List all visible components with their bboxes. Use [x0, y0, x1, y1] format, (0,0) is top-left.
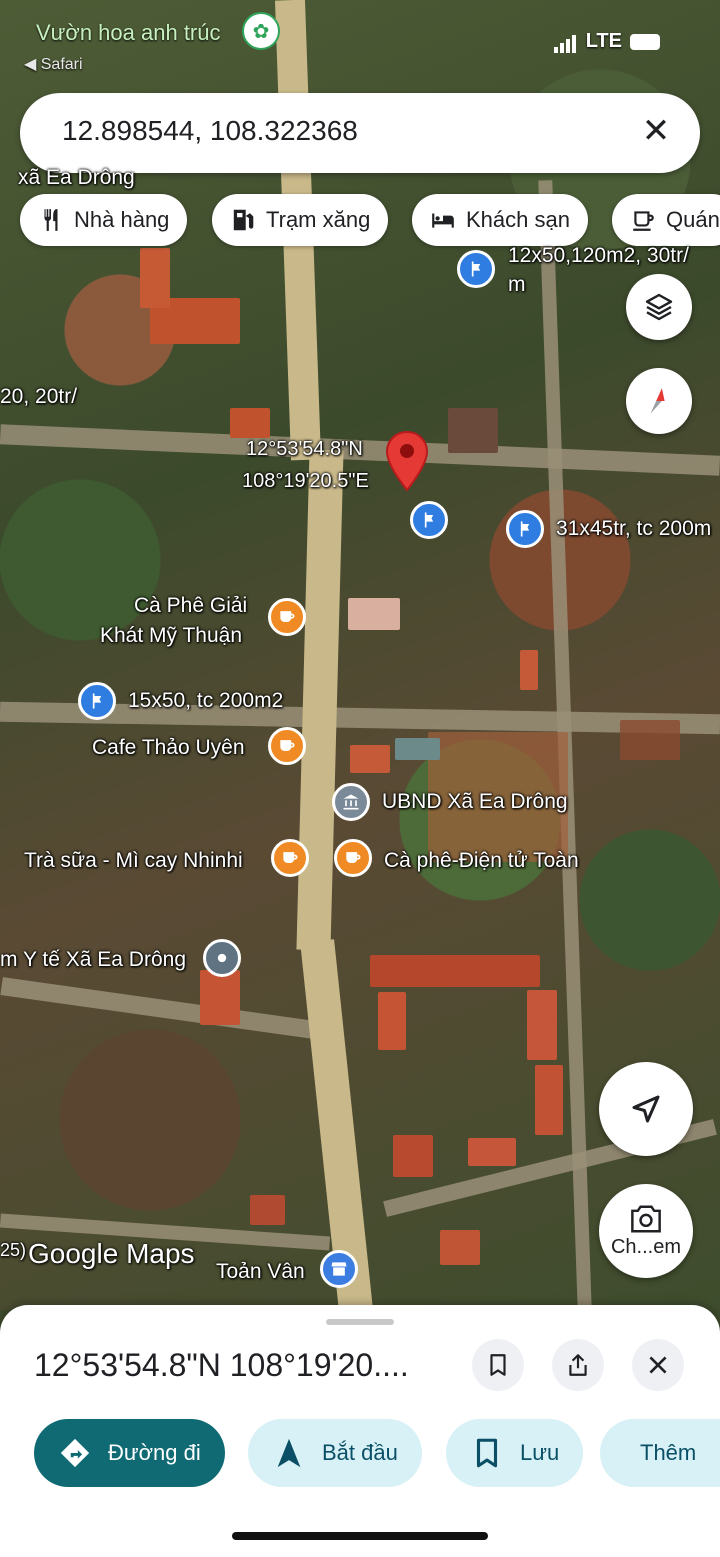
status-app-name: Vườn hoa anh trúc [36, 20, 221, 45]
bed-icon [432, 213, 454, 228]
place-sheet[interactable]: 12°53'54.8"N 108°19'20.... Đường đi Bắt … [0, 1305, 720, 1557]
milk-tea-label[interactable]: Trà sữa - Mì cay Nhinhi [24, 849, 243, 873]
health-station-label[interactable]: m Y tế Xã Ea Drông [0, 948, 186, 972]
camera-search-icon [631, 1205, 661, 1232]
place-pin-icon[interactable] [203, 939, 241, 977]
cafe-icon[interactable] [268, 598, 306, 636]
signal-icon [553, 30, 578, 53]
share-icon [569, 1354, 587, 1376]
dropped-pin-lat: 12°53'54.8"N [246, 438, 363, 460]
search-input[interactable]: 12.898544, 108.322368 [62, 115, 358, 147]
shop-icon[interactable] [320, 1250, 358, 1288]
listing-flag-icon[interactable] [410, 501, 448, 539]
network-label: LTE [585, 30, 622, 52]
chip-label: Trạm xăng [266, 207, 371, 232]
google-maps-logo: Google Maps [28, 1238, 195, 1269]
chip-cafes[interactable]: Quán [612, 194, 720, 246]
lens-button[interactable]: Ch...em [599, 1184, 693, 1278]
back-to-safari-link[interactable]: ◀ Safari [24, 54, 83, 74]
gas-station-icon [233, 209, 254, 231]
share-button[interactable] [552, 1339, 604, 1391]
save-bookmark-button[interactable] [472, 1339, 524, 1391]
chip-label: Khách sạn [466, 207, 570, 232]
save-button[interactable]: Lưu [446, 1419, 584, 1487]
cafe-label-1-line2[interactable]: Khát Mỹ Thuận [100, 624, 242, 648]
place-label-top-left[interactable]: xã Ea Drông [18, 166, 135, 190]
store-label[interactable]: Toản Vân [216, 1260, 305, 1284]
bookmark-icon [476, 1438, 498, 1468]
listing-flag-icon[interactable] [78, 682, 116, 720]
cafe-icon[interactable] [334, 839, 372, 877]
lens-label: Ch...em [610, 1235, 682, 1258]
chip-label: Nhà hàng [74, 207, 170, 232]
listing-label-top[interactable]: 12x50,120m2, 30tr/ [508, 244, 689, 268]
listing-flag-icon[interactable] [457, 250, 495, 288]
place-title: 12°53'54.8"N 108°19'20.... [34, 1347, 409, 1383]
compass-button[interactable] [626, 368, 692, 434]
save-label: Lưu [520, 1440, 560, 1465]
start-button[interactable]: Bắt đầu [248, 1419, 422, 1487]
listing-label-right[interactable]: 31x45tr, tc 200m [556, 517, 711, 541]
close-icon [649, 1356, 667, 1374]
chip-hotels[interactable]: Khách sạn [412, 194, 588, 246]
search-bar[interactable]: 12.898544, 108.322368 ✕ [20, 93, 700, 173]
cafe-icon[interactable] [268, 727, 306, 765]
coffee-icon [633, 211, 654, 231]
layers-button[interactable] [626, 274, 692, 340]
home-indicator[interactable] [232, 1532, 488, 1540]
chip-restaurants[interactable]: Nhà hàng [20, 194, 188, 246]
directions-button[interactable]: Đường đi [34, 1419, 225, 1487]
fork-knife-icon [44, 209, 58, 231]
layers-icon [645, 293, 673, 321]
battery-icon [630, 33, 660, 50]
flower-icon: ✿ [242, 12, 280, 50]
edge-label: 25) [0, 1240, 27, 1260]
chip-label: Quán [666, 207, 720, 232]
chip-gas-stations[interactable]: Trạm xăng [212, 194, 389, 246]
listing-label-left[interactable]: 20, 20tr/ [0, 385, 77, 409]
cafe-label-2[interactable]: Cafe Thảo Uyên [92, 736, 245, 760]
more-label: Thêm [640, 1440, 697, 1465]
listing-label-top-suffix[interactable]: m [508, 273, 526, 297]
directions-icon [60, 1438, 90, 1468]
drag-handle[interactable] [326, 1319, 394, 1325]
bookmark-icon [490, 1354, 506, 1376]
listing-flag-icon[interactable] [506, 510, 544, 548]
government-building-icon[interactable] [332, 783, 370, 821]
more-button[interactable]: Thêm [600, 1419, 720, 1487]
cafe-label-3[interactable]: Cà phê-Điện tử Toàn [384, 849, 579, 873]
start-label: Bắt đầu [322, 1440, 398, 1465]
listing-label-mid[interactable]: 15x50, tc 200m2 [128, 689, 283, 713]
dropped-pin-lng: 108°19'20.5"E [242, 470, 369, 492]
directions-label: Đường đi [108, 1440, 201, 1465]
status-indicators: LTE [553, 30, 660, 53]
gov-office-label[interactable]: UBND Xã Ea Drông [382, 790, 568, 814]
cafe-label-1-line1[interactable]: Cà Phê Giải [134, 594, 247, 618]
dropped-pin-icon[interactable] [384, 430, 430, 492]
close-sheet-button[interactable] [632, 1339, 684, 1391]
status-bar: Vườn hoa anh trúc ✿ ◀ Safari LTE [0, 0, 720, 80]
cafe-icon[interactable] [271, 839, 309, 877]
navigation-icon [277, 1438, 301, 1468]
navigation-arrow-icon [632, 1095, 660, 1123]
compass-icon [650, 388, 665, 414]
my-location-button[interactable] [599, 1062, 693, 1156]
clear-search-icon[interactable]: ✕ [636, 111, 676, 151]
